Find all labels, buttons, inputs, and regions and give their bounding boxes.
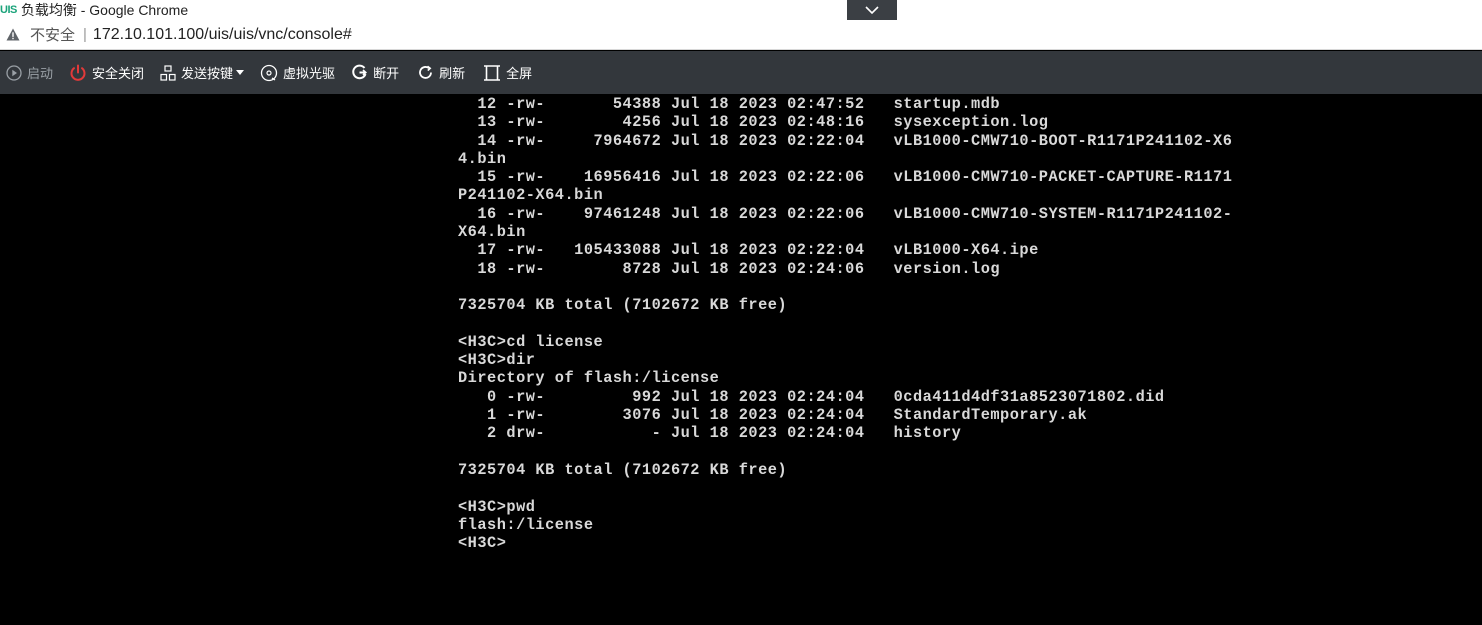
play-circle-icon: [6, 64, 22, 81]
console-line: 15 -rw- 16956416 Jul 18 2023 02:22:06 vL…: [458, 168, 1233, 187]
fullscreen-label: 全屏: [506, 66, 533, 81]
console-line: P241102-X64.bin: [458, 186, 604, 205]
vnc-console-screen[interactable]: 12 -rw- 54388 Jul 18 2023 02:47:52 start…: [0, 94, 1482, 625]
console-line: 2 drw- - Jul 18 2023 02:24:04 history: [458, 424, 962, 443]
chevron-down-icon: [865, 2, 879, 20]
disc-icon: [260, 64, 278, 81]
vnc-toolbar: 启动 安全关闭 发送按键 虚拟光驱 断开 刷新 全屏: [0, 51, 1482, 94]
warning-icon[interactable]: [6, 27, 22, 43]
refresh-icon: [419, 65, 432, 79]
console-line: 0 -rw- 992 Jul 18 2023 02:24:04 0cda411d…: [458, 387, 1165, 406]
shutdown-button[interactable]: 安全关闭: [63, 51, 150, 94]
console-line: 4.bin: [458, 149, 507, 168]
power-icon: [70, 64, 86, 81]
refresh-label: 刷新: [439, 66, 466, 81]
shutdown-label: 安全关闭: [92, 66, 145, 81]
console-line: 16 -rw- 97461248 Jul 18 2023 02:22:06 vL…: [458, 204, 1233, 223]
disconnect-icon: [352, 64, 368, 80]
console-line: <H3C>cd license: [458, 332, 604, 351]
console-line: 18 -rw- 8728 Jul 18 2023 02:24:06 versio…: [458, 259, 1001, 278]
virtual-cd-label: 虚拟光驱: [283, 66, 336, 81]
start-button[interactable]: 启动: [0, 51, 59, 94]
console-line: 17 -rw- 105433088 Jul 18 2023 02:22:04 v…: [458, 241, 1039, 260]
caret-down-icon: [236, 70, 245, 75]
console-line: flash:/license: [458, 515, 594, 534]
console-line: 7325704 KB total (7102672 KB free): [458, 296, 788, 315]
console-line: 13 -rw- 4256 Jul 18 2023 02:48:16 sysexc…: [458, 113, 1049, 132]
start-label: 启动: [27, 66, 54, 81]
window-title: 负载均衡 - Google Chrome: [20, 2, 189, 18]
address-bar[interactable]: 不安全 | 172.10.101.100/uis/uis/vnc/console…: [0, 20, 1482, 50]
send-keys-label: 发送按键: [181, 66, 234, 81]
send-keys-button[interactable]: 发送按键: [154, 51, 250, 94]
security-status-label[interactable]: 不安全: [30, 24, 75, 45]
console-line: <H3C>pwd: [458, 497, 536, 516]
console-line: X64.bin: [458, 223, 526, 242]
disconnect-label: 断开: [373, 66, 400, 81]
virtual-cd-button[interactable]: 虚拟光驱: [254, 51, 341, 94]
fullscreen-button[interactable]: 全屏: [477, 51, 538, 94]
app-logo: UIS: [0, 4, 17, 16]
refresh-button[interactable]: 刷新: [411, 51, 471, 94]
console-line: <H3C>: [458, 534, 507, 553]
toolbar-collapse-button[interactable]: [847, 0, 897, 21]
disconnect-button[interactable]: 断开: [345, 51, 405, 94]
fullscreen-icon: [484, 64, 501, 81]
console-line: <H3C>dir: [458, 351, 536, 370]
address-separator: |: [83, 26, 87, 43]
keyboard-icon: [160, 64, 176, 81]
console-line: Directory of flash:/license: [458, 369, 720, 388]
console-output: 12 -rw- 54388 Jul 18 2023 02:47:52 start…: [458, 95, 1232, 552]
console-line: 14 -rw- 7964672 Jul 18 2023 02:22:04 vLB…: [458, 131, 1233, 150]
window-title-bar: UIS 负载均衡 - Google Chrome: [0, 0, 1482, 20]
console-line: 7325704 KB total (7102672 KB free): [458, 460, 788, 479]
url-text[interactable]: 172.10.101.100/uis/uis/vnc/console#: [93, 26, 352, 44]
console-line: 12 -rw- 54388 Jul 18 2023 02:47:52 start…: [458, 95, 1001, 113]
console-line: 1 -rw- 3076 Jul 18 2023 02:24:04 Standar…: [458, 406, 1088, 425]
